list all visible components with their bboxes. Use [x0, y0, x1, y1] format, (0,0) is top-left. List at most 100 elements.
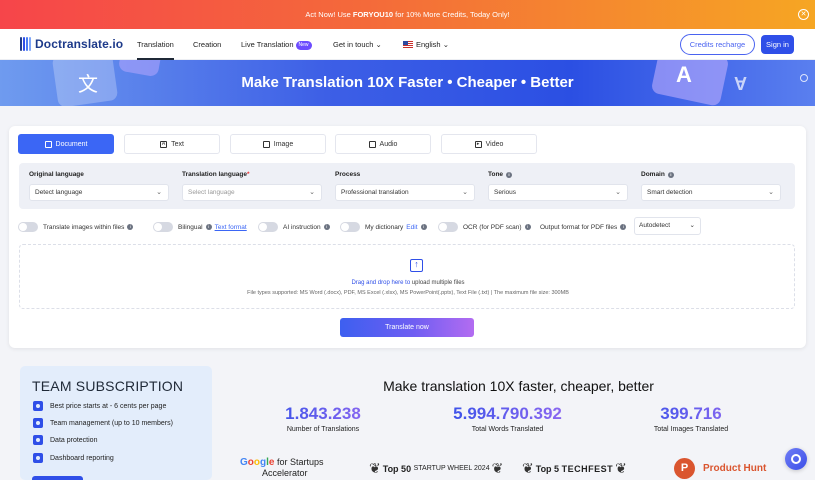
new-badge: New: [295, 41, 312, 50]
info-icon[interactable]: i: [620, 224, 627, 230]
upload-icon[interactable]: ↑: [410, 259, 423, 272]
team-title: TEAM SUBSCRIPTION: [32, 378, 184, 394]
toggle-switch[interactable]: [18, 222, 38, 232]
output-format-select[interactable]: Autodetect ⌄: [634, 217, 701, 235]
nav-live-translation[interactable]: Live Translation New: [241, 29, 312, 60]
video-icon: ▸: [474, 140, 482, 148]
team-subscription-panel: TEAM SUBSCRIPTION Best price starts at -…: [20, 366, 212, 480]
my-dictionary-toggle[interactable]: My dictionary Edit i: [340, 220, 427, 234]
product-hunt-icon: P: [674, 458, 695, 479]
stat-value: 1.843.238: [258, 404, 388, 424]
ocr-toggle[interactable]: OCR (for PDF scan) i: [438, 220, 531, 234]
original-language-select[interactable]: Detect language ⌄: [29, 184, 169, 201]
translation-language-select[interactable]: Select language ⌄: [182, 184, 322, 201]
chevron-down-icon: ⌄: [689, 222, 695, 229]
info-icon[interactable]: i: [667, 172, 674, 178]
info-icon[interactable]: i: [127, 224, 134, 230]
stat-label: Total Images Translated: [653, 426, 729, 433]
image-icon: [262, 140, 270, 148]
nav-translation[interactable]: Translation: [137, 29, 174, 60]
bilingual-toggle[interactable]: Bilingual i Text format: [153, 220, 247, 234]
promo-text: Act Now! Use FORYOU10 for 10% More Credi…: [305, 10, 510, 19]
stat-value: 5.994.790.392: [430, 404, 585, 424]
nav-get-in-touch[interactable]: Get in touch ⌄: [333, 29, 382, 60]
close-icon[interactable]: ✕: [798, 9, 809, 20]
chevron-down-icon: ⌄: [375, 40, 382, 49]
translate-now-button[interactable]: Translate now: [340, 318, 474, 337]
file-dropzone[interactable]: ↑ Drag and drop here to upload multiple …: [19, 244, 795, 309]
toggle-switch[interactable]: [153, 222, 173, 232]
dropzone-file-types: File types supported: MS Word (.docx), P…: [247, 290, 569, 296]
chat-widget-icon[interactable]: [785, 448, 807, 470]
tab-text[interactable]: A Text: [124, 134, 220, 154]
info-icon[interactable]: i: [323, 224, 330, 230]
google-startups-badge: Google for Startups Accelerator: [240, 457, 324, 478]
document-icon: [44, 140, 52, 148]
chevron-down-icon: ⌄: [615, 189, 621, 196]
dashboard-icon: [33, 453, 43, 463]
chevron-down-icon: ⌄: [156, 189, 162, 196]
toggle-switch[interactable]: [340, 222, 360, 232]
stat-label: Total Words Translated: [471, 426, 544, 433]
credits-recharge-button[interactable]: Credits recharge: [680, 34, 755, 55]
ai-instruction-toggle[interactable]: AI instruction i: [258, 220, 330, 234]
stats-title: Make translation 10X faster, cheaper, be…: [383, 378, 654, 394]
price-icon: [33, 401, 43, 411]
tone-label: Tone i: [488, 171, 513, 178]
tab-document[interactable]: Document: [18, 134, 114, 154]
text-icon: A: [160, 140, 168, 148]
team-icon: [33, 418, 43, 428]
stat-label: Number of Translations: [286, 426, 360, 433]
tab-image[interactable]: Image: [230, 134, 326, 154]
language-selector[interactable]: English ⌄: [403, 29, 449, 60]
info-icon[interactable]: i: [506, 172, 513, 178]
domain-select[interactable]: Smart detection ⌄: [641, 184, 781, 201]
edit-dictionary-link[interactable]: Edit: [406, 224, 417, 231]
hero-title: Make Translation 10X Faster • Cheaper • …: [241, 74, 574, 91]
team-feature: Best price starts at - 6 cents per page: [33, 401, 166, 411]
toggle-switch[interactable]: [438, 222, 458, 232]
team-feature: Dashboard reporting: [33, 453, 114, 463]
product-hunt-badge: P Product Hunt: [674, 457, 766, 480]
laurel-icon: ❦: [369, 460, 381, 476]
process-label: Process: [335, 171, 361, 178]
toggle-row: Translate images within files i Bilingual…: [18, 217, 798, 235]
tab-audio[interactable]: Audio: [335, 134, 431, 154]
chevron-down-icon: ⌄: [442, 40, 449, 49]
chevron-down-icon: ⌄: [768, 189, 774, 196]
tab-video[interactable]: ▸ Video: [441, 134, 537, 154]
promo-banner: Act Now! Use FORYOU10 for 10% More Credi…: [0, 0, 815, 29]
output-format-label: Output format for PDF files i: [540, 220, 627, 234]
team-feature: Data protection: [33, 435, 97, 445]
shield-icon: [33, 435, 43, 445]
dropzone-instruction: Drag and drop here to upload multiple fi…: [351, 280, 465, 286]
text-format-link[interactable]: Text format: [215, 224, 247, 231]
original-language-label: Original language: [29, 171, 84, 178]
top-nav: Doctranslate.io Translation Creation Liv…: [0, 29, 815, 60]
toggle-switch[interactable]: [258, 222, 278, 232]
startup-wheel-badge: ❦ Top 50 STARTUP WHEEL 2024 ❦: [369, 460, 504, 476]
stat-value: 399.716: [626, 404, 756, 424]
team-cta-button[interactable]: [32, 476, 83, 480]
info-icon[interactable]: i: [420, 224, 427, 230]
google-logo: Google: [240, 457, 275, 468]
info-icon[interactable]: i: [524, 224, 531, 230]
translation-language-label: Translation language*: [182, 171, 250, 178]
domain-label: Domain i: [641, 171, 674, 178]
options-panel: Original language Detect language ⌄ Trans…: [19, 163, 795, 209]
stat-words: 5.994.790.392 Total Words Translated: [430, 404, 585, 433]
tone-select[interactable]: Serious ⌄: [488, 184, 628, 201]
nav-creation[interactable]: Creation: [193, 29, 221, 60]
chevron-down-icon: ⌄: [462, 189, 468, 196]
translate-images-toggle[interactable]: Translate images within files i: [18, 220, 134, 234]
stat-translations: 1.843.238 Number of Translations: [258, 404, 388, 433]
hero-banner: 文 A A Make Translation 10X Faster • Chea…: [0, 60, 815, 106]
info-icon[interactable]: i: [205, 224, 212, 230]
chevron-down-icon: ⌄: [309, 189, 315, 196]
team-feature: Team management (up to 10 members): [33, 418, 173, 428]
us-flag-icon: [403, 41, 413, 48]
logo[interactable]: Doctranslate.io: [20, 37, 123, 51]
logo-text: Doctranslate.io: [35, 37, 124, 51]
sign-in-button[interactable]: Sign in: [761, 35, 794, 54]
process-select[interactable]: Professional translation ⌄: [335, 184, 475, 201]
